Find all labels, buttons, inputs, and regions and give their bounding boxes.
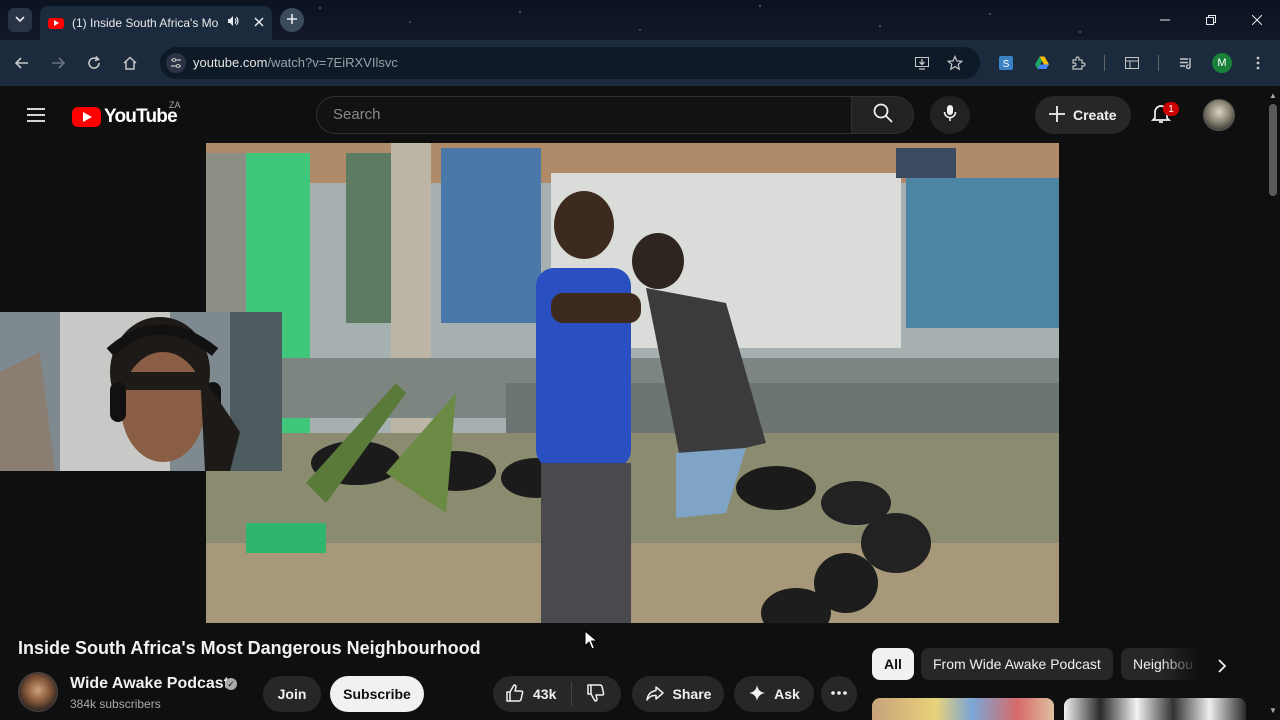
tab-search-button[interactable]	[8, 8, 32, 32]
verified-check-icon: ✓	[225, 678, 237, 690]
new-tab-button[interactable]	[280, 8, 304, 32]
ask-label: Ask	[774, 686, 800, 702]
youtube-logo[interactable]: YouTube	[72, 106, 178, 128]
subscribe-label: Subscribe	[343, 686, 411, 702]
forward-icon[interactable]	[46, 51, 70, 75]
join-button[interactable]: Join	[263, 676, 321, 712]
sparkle-icon	[748, 684, 766, 705]
mic-icon	[940, 103, 960, 128]
scroll-down-arrow[interactable]: ▼	[1266, 703, 1280, 717]
url-path: /watch?v=7EiRXVIlsvc	[267, 55, 398, 70]
browser-profile-avatar[interactable]: M	[1212, 53, 1232, 73]
minimize-button[interactable]	[1142, 0, 1188, 40]
share-button[interactable]: Share	[632, 676, 724, 712]
media-control-icon[interactable]	[1174, 51, 1198, 75]
country-code: ZA	[169, 100, 181, 110]
chip-all[interactable]: All	[872, 648, 914, 680]
search-icon	[871, 101, 895, 130]
create-label: Create	[1073, 107, 1117, 123]
youtube-logo-icon	[72, 107, 101, 127]
share-label: Share	[672, 686, 712, 702]
browser-tab-active[interactable]: (1) Inside South Africa's Mo	[40, 6, 272, 40]
star-icon[interactable]	[946, 55, 964, 76]
youtube-logo-text: YouTube	[104, 106, 178, 127]
back-icon[interactable]	[10, 51, 34, 75]
window-close-button[interactable]	[1234, 0, 1280, 40]
video-frame-image	[206, 143, 1059, 623]
webcam-image	[0, 312, 282, 471]
extension-icon[interactable]	[1066, 51, 1090, 75]
like-button[interactable]: 43k	[493, 676, 571, 712]
toolbar-divider	[1104, 55, 1105, 71]
svg-text:S: S	[1003, 59, 1010, 70]
video-player[interactable]	[206, 143, 1059, 623]
url-text: youtube.com/watch?v=7EiRXVIlsvc	[193, 55, 398, 70]
plus-icon	[286, 13, 298, 28]
scrollbar-thumb[interactable]	[1269, 104, 1277, 196]
extension-s-icon[interactable]: S	[994, 51, 1018, 75]
search-input[interactable]	[333, 106, 833, 123]
site-info-icon[interactable]	[166, 53, 186, 73]
dislike-button[interactable]	[572, 676, 620, 712]
webcam-overlay	[0, 312, 282, 471]
channel-name[interactable]: Wide Awake Podcast	[70, 675, 229, 693]
subscribe-button[interactable]: Subscribe	[330, 676, 424, 712]
search-button[interactable]	[852, 96, 914, 134]
chevron-down-icon	[14, 13, 26, 28]
scroll-up-arrow[interactable]: ▲	[1266, 88, 1280, 102]
like-icon	[505, 683, 525, 706]
home-icon[interactable]	[118, 51, 142, 75]
like-count: 43k	[533, 686, 557, 702]
subscriber-count: 384k subscribers	[70, 697, 161, 711]
url-host: youtube.com	[193, 55, 268, 70]
tab-title: (1) Inside South Africa's Mo	[72, 16, 218, 30]
ask-button[interactable]: Ask	[734, 676, 814, 712]
browser-toolbar: youtube.com/watch?v=7EiRXVIlsvc S	[0, 40, 1280, 86]
browser-tab-strip: (1) Inside South Africa's Mo	[0, 0, 1280, 40]
browser-menu-icon[interactable]	[1246, 51, 1270, 75]
chip-fade	[1160, 644, 1210, 684]
account-avatar[interactable]	[1203, 99, 1235, 131]
address-bar[interactable]: youtube.com/watch?v=7EiRXVIlsvc	[160, 47, 980, 79]
side-panel-icon[interactable]	[1120, 51, 1144, 75]
like-dislike-group: 43k	[493, 676, 621, 712]
menu-icon[interactable]	[24, 103, 48, 132]
more-icon	[830, 684, 848, 705]
dislike-icon	[586, 683, 606, 706]
channel-avatar[interactable]	[18, 672, 58, 712]
more-actions-button[interactable]	[821, 676, 857, 712]
speaker-icon[interactable]	[226, 14, 240, 33]
recommended-thumbnail[interactable]	[1064, 698, 1246, 720]
close-icon[interactable]	[254, 14, 264, 32]
plus-icon	[1047, 104, 1067, 127]
chip-from-channel[interactable]: From Wide Awake Podcast	[921, 648, 1113, 680]
join-label: Join	[277, 686, 307, 702]
share-icon	[645, 683, 665, 706]
create-button[interactable]: Create	[1035, 96, 1131, 134]
youtube-favicon-icon	[48, 17, 64, 29]
install-icon[interactable]	[914, 55, 930, 76]
reload-icon[interactable]	[82, 51, 106, 75]
search-box	[316, 96, 852, 134]
mouse-cursor-icon	[584, 629, 599, 655]
chevron-right-icon	[1214, 658, 1230, 679]
drive-icon[interactable]	[1030, 51, 1054, 75]
video-title: Inside South Africa's Most Dangerous Nei…	[18, 638, 481, 658]
voice-search-button[interactable]	[930, 96, 970, 134]
toolbar-divider	[1158, 55, 1159, 71]
notification-badge: 1	[1163, 102, 1179, 116]
restore-button[interactable]	[1188, 0, 1234, 40]
recommended-thumbnail[interactable]	[872, 698, 1054, 720]
chips-next-button[interactable]	[1206, 652, 1238, 684]
